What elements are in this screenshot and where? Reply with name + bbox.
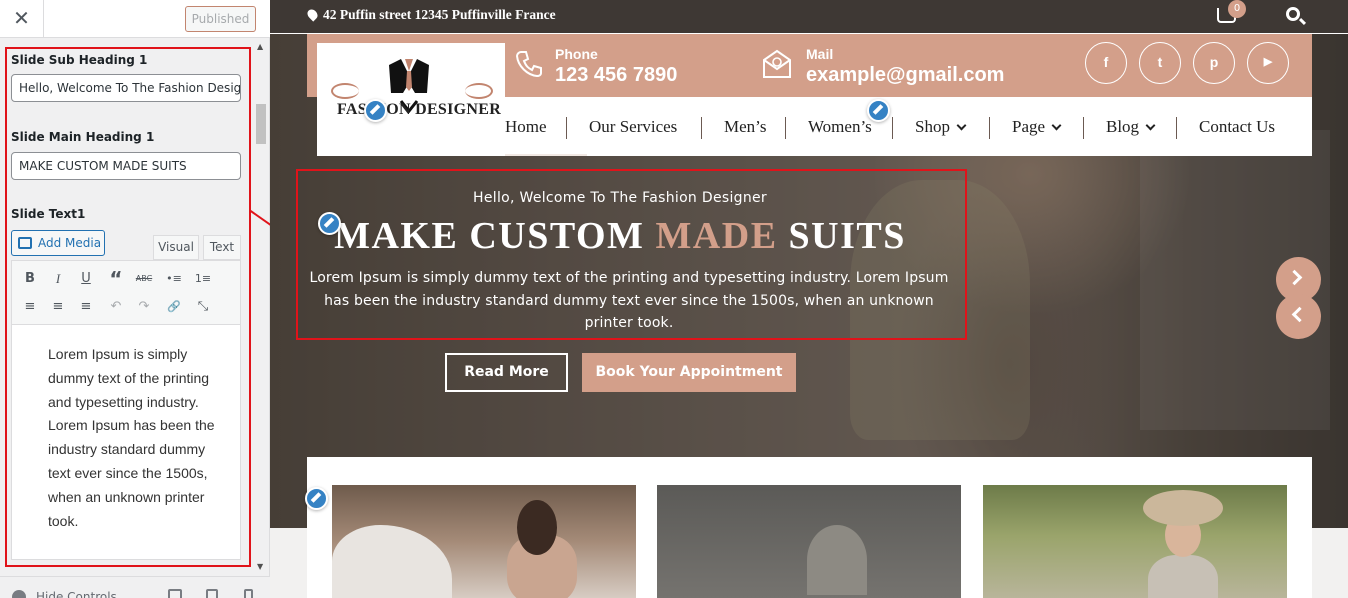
address-value: 42 Puffin street 12345 Puffinville Franc… bbox=[323, 7, 556, 22]
nav-separator bbox=[1176, 117, 1177, 139]
hide-controls-icon[interactable] bbox=[12, 590, 26, 598]
edit-slider-pencil-icon[interactable] bbox=[318, 212, 341, 235]
screen: ✕ Published Slide Sub Heading 1 Hello, W… bbox=[0, 0, 1348, 598]
phone-value[interactable]: 123 456 7890 bbox=[555, 64, 677, 87]
chevron-right-icon bbox=[1286, 269, 1303, 286]
edit-menu-pencil-icon[interactable] bbox=[867, 99, 890, 122]
nav-separator bbox=[785, 117, 786, 139]
nav-womens[interactable]: Women’s bbox=[808, 117, 872, 137]
sidebar-footer: Hide Controls bbox=[0, 576, 270, 598]
hide-controls-button[interactable]: Hide Controls bbox=[36, 590, 117, 598]
logo-ornament bbox=[465, 83, 493, 99]
mail-value[interactable]: example@gmail.com bbox=[806, 64, 1004, 87]
customizer-sidebar: ✕ Published Slide Sub Heading 1 Hello, W… bbox=[0, 0, 270, 598]
highlight-box-hero bbox=[296, 169, 967, 340]
nav-home[interactable]: Home bbox=[505, 117, 547, 137]
cart-count-badge: 0 bbox=[1228, 0, 1246, 18]
desktop-preview-icon[interactable] bbox=[168, 589, 182, 598]
nav-separator bbox=[566, 117, 567, 139]
edit-gallery-pencil-icon[interactable] bbox=[305, 487, 328, 510]
site-topbar: 42 Puffin street 12345 Puffinville Franc… bbox=[270, 0, 1348, 33]
nav-shop[interactable]: Shop bbox=[915, 117, 967, 137]
pinterest-icon[interactable]: p bbox=[1193, 42, 1235, 84]
image-detail bbox=[1143, 490, 1223, 526]
nav-separator bbox=[1083, 117, 1084, 139]
gallery-section bbox=[307, 457, 1312, 598]
book-appointment-button[interactable]: Book Your Appointment bbox=[582, 353, 796, 392]
nav-page[interactable]: Page bbox=[1012, 117, 1062, 137]
address-text: 42 Puffin street 12345 Puffinville Franc… bbox=[305, 7, 556, 23]
mail-label: Mail bbox=[806, 46, 834, 62]
logo-ornament bbox=[331, 83, 359, 99]
nav-separator bbox=[701, 117, 702, 139]
search-icon[interactable] bbox=[1286, 7, 1300, 21]
image-detail bbox=[1148, 555, 1218, 598]
nav-shop-label: Shop bbox=[915, 117, 950, 136]
image-detail bbox=[807, 525, 867, 595]
close-customizer-button[interactable]: ✕ bbox=[0, 0, 44, 38]
nav-page-label: Page bbox=[1012, 117, 1046, 136]
published-button[interactable]: Published bbox=[185, 6, 256, 32]
site-header: Phone 123 456 7890 Mail example@gmail.co… bbox=[307, 34, 1312, 156]
scroll-up-arrow-icon[interactable]: ▲ bbox=[257, 42, 263, 51]
phone-icon bbox=[515, 51, 542, 78]
chevron-down-icon bbox=[1145, 120, 1156, 131]
nav-blog[interactable]: Blog bbox=[1106, 117, 1156, 137]
scroll-down-arrow-icon[interactable]: ▼ bbox=[257, 562, 263, 571]
scrollbar-thumb[interactable] bbox=[256, 104, 266, 144]
nav-active-underline bbox=[505, 154, 587, 156]
youtube-icon[interactable]: ▶ bbox=[1247, 42, 1289, 84]
nav-our-services[interactable]: Our Services bbox=[589, 117, 677, 137]
gallery-card-image[interactable] bbox=[983, 485, 1287, 598]
slider-prev-button[interactable] bbox=[1276, 294, 1321, 339]
mobile-preview-icon[interactable] bbox=[244, 589, 253, 598]
highlight-box-sidebar bbox=[5, 47, 251, 567]
site-preview: 42 Puffin street 12345 Puffinville Franc… bbox=[270, 0, 1348, 598]
edit-logo-pencil-icon[interactable] bbox=[364, 99, 387, 122]
location-pin-icon bbox=[305, 7, 320, 22]
image-detail bbox=[517, 500, 557, 555]
site-logo[interactable]: FASHION DESIGNER bbox=[317, 43, 505, 156]
gallery-card-image[interactable] bbox=[332, 485, 636, 598]
tablet-preview-icon[interactable] bbox=[206, 589, 218, 598]
read-more-button[interactable]: Read More bbox=[445, 353, 568, 392]
facebook-icon[interactable]: f bbox=[1085, 42, 1127, 84]
chevron-left-icon bbox=[1291, 306, 1308, 323]
sidebar-panel: Slide Sub Heading 1 Hello, Welcome To Th… bbox=[0, 38, 254, 574]
sidebar-scrollbar[interactable]: ▲ ▼ bbox=[254, 38, 268, 574]
mail-icon bbox=[763, 49, 791, 78]
nav-separator bbox=[989, 117, 990, 139]
twitter-icon[interactable]: t bbox=[1139, 42, 1181, 84]
chevron-down-icon bbox=[956, 120, 967, 131]
gallery-card-image[interactable] bbox=[657, 485, 961, 598]
sidebar-header: ✕ Published bbox=[0, 0, 270, 38]
phone-label: Phone bbox=[555, 46, 598, 62]
nav-mens[interactable]: Men’s bbox=[724, 117, 767, 137]
main-navigation: Home Our Services Men’s Women’s Shop Pag… bbox=[505, 97, 1312, 156]
image-detail bbox=[332, 525, 452, 598]
nav-blog-label: Blog bbox=[1106, 117, 1140, 136]
chevron-down-icon bbox=[1051, 120, 1062, 131]
logo-text: FASHION DESIGNER bbox=[337, 101, 502, 118]
nav-separator bbox=[892, 117, 893, 139]
nav-contact-us[interactable]: Contact Us bbox=[1199, 117, 1275, 137]
